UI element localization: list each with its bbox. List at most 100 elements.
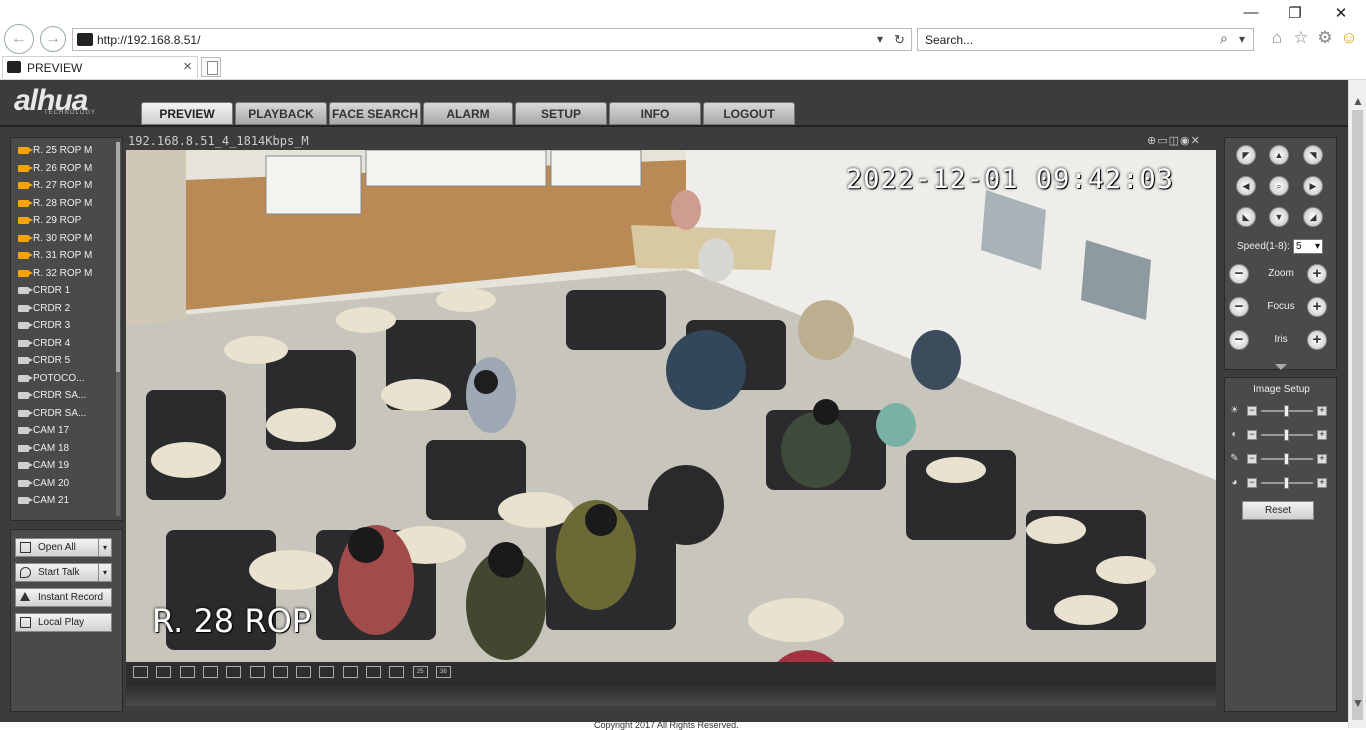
open-all-button[interactable]: Open All	[15, 538, 99, 557]
ptz-up-button[interactable]: ▲	[1269, 145, 1289, 165]
camera-list-item[interactable]: CRDR 3	[11, 317, 115, 335]
layout-option-button[interactable]	[249, 666, 265, 678]
brightness-slider-handle[interactable]	[1284, 405, 1289, 417]
saturation-decrease-button[interactable]: −	[1247, 454, 1257, 464]
camera-list-item[interactable]: CAM 20	[11, 475, 115, 493]
forward-button[interactable]: →	[40, 26, 66, 52]
ptz-down-right-button[interactable]: ◢	[1303, 207, 1323, 227]
layout-option-button[interactable]	[202, 666, 218, 678]
scroll-down-icon[interactable]: ▼	[1352, 696, 1364, 710]
menu-face-search[interactable]: FACE SEARCH	[329, 102, 421, 125]
zoom-out-button[interactable]: −	[1229, 264, 1249, 284]
page-scrollbar[interactable]: ▲ ▼	[1348, 80, 1366, 728]
live-video-feed[interactable]: 2022-12-01 09:42:03 R. 28 ROP	[126, 150, 1216, 662]
ptz-left-button[interactable]: ◀	[1236, 176, 1256, 196]
layout-option-button[interactable]	[296, 666, 312, 678]
search-input[interactable]: Search...	[925, 33, 973, 47]
layout-option-button[interactable]	[272, 666, 288, 678]
start-talk-button[interactable]: Start Talk	[15, 563, 99, 582]
camera-list-item[interactable]: R. 28 ROP M	[11, 195, 115, 213]
camera-list-item[interactable]: CAM 19	[11, 457, 115, 475]
layout-option-button[interactable]	[366, 666, 381, 678]
open-all-dropdown[interactable]: ▾	[98, 538, 112, 557]
menu-alarm[interactable]: ALARM	[423, 102, 513, 125]
layout-option-button[interactable]	[226, 666, 242, 678]
hue-increase-button[interactable]: +	[1317, 478, 1327, 488]
layout-option-button[interactable]	[389, 666, 405, 678]
back-button[interactable]: ←	[4, 24, 34, 54]
camera-list-item[interactable]: R. 29 ROP	[11, 212, 115, 230]
camera-list-item[interactable]: CRDR 1	[11, 282, 115, 300]
feedback-smiley-icon[interactable]: ☺	[1338, 28, 1360, 48]
address-url[interactable]: http://192.168.8.51/	[97, 33, 200, 47]
start-talk-dropdown[interactable]: ▾	[98, 563, 112, 582]
search-box[interactable]: Search... ⌕ ▾	[917, 28, 1254, 51]
search-dropdown-icon[interactable]: ▾	[1239, 32, 1245, 46]
contrast-slider-handle[interactable]	[1284, 429, 1289, 441]
ptz-right-button[interactable]: ▶	[1303, 176, 1323, 196]
contrast-increase-button[interactable]: +	[1317, 430, 1327, 440]
menu-info[interactable]: INFO	[609, 102, 701, 125]
local-play-button[interactable]: Local Play	[15, 613, 112, 632]
contrast-decrease-button[interactable]: −	[1247, 430, 1257, 440]
camera-list-item[interactable]: CRDR 4	[11, 335, 115, 353]
new-tab-button[interactable]	[201, 57, 221, 77]
menu-setup[interactable]: SETUP	[515, 102, 607, 125]
camera-list-item[interactable]: CAM 21	[11, 492, 115, 510]
focus-minus-button[interactable]: −	[1229, 297, 1249, 317]
ptz-down-button[interactable]: ▼	[1269, 207, 1289, 227]
menu-preview[interactable]: PREVIEW	[141, 102, 233, 125]
camera-list-item[interactable]: CRDR SA...	[11, 405, 115, 423]
hue-decrease-button[interactable]: −	[1247, 478, 1257, 488]
ptz-expand-icon[interactable]	[1275, 364, 1287, 370]
ptz-3d-zoom-button[interactable]: ⌕	[1269, 176, 1289, 196]
brightness-decrease-button[interactable]: −	[1247, 406, 1257, 416]
scroll-up-icon[interactable]: ▲	[1352, 94, 1364, 108]
camera-list-item[interactable]: CRDR 5	[11, 352, 115, 370]
menu-playback[interactable]: PLAYBACK	[235, 102, 327, 125]
reset-button[interactable]: Reset	[1242, 501, 1314, 520]
layout-option-button[interactable]	[319, 666, 335, 678]
search-icon[interactable]: ⌕	[1220, 30, 1228, 47]
layout-option-button[interactable]: 36	[435, 666, 451, 678]
ptz-speed-select[interactable]: 5	[1293, 239, 1323, 254]
camera-list-item[interactable]: CRDR SA...	[11, 387, 115, 405]
camera-list-item[interactable]: R. 26 ROP M	[11, 160, 115, 178]
ptz-down-left-button[interactable]: ◣	[1236, 207, 1256, 227]
camera-list-item[interactable]: CAM 17	[11, 422, 115, 440]
camera-list-item[interactable]: CAM 18	[11, 440, 115, 458]
focus-plus-button[interactable]: +	[1307, 297, 1327, 317]
iris-minus-button[interactable]: −	[1229, 330, 1249, 350]
iris-plus-button[interactable]: +	[1307, 330, 1327, 350]
brightness-increase-button[interactable]: +	[1317, 406, 1327, 416]
camera-list-item[interactable]: POTOCO...	[11, 370, 115, 388]
hue-slider-handle[interactable]	[1284, 477, 1289, 489]
camera-list-item[interactable]: R. 27 ROP M	[11, 177, 115, 195]
viewer-window-icons[interactable]: ⊕▭◫◉✕	[1147, 134, 1201, 147]
favorites-star-icon[interactable]: ☆	[1290, 28, 1312, 48]
saturation-increase-button[interactable]: +	[1317, 454, 1327, 464]
layout-option-button[interactable]	[342, 666, 358, 678]
saturation-slider-handle[interactable]	[1284, 453, 1289, 465]
settings-gear-icon[interactable]: ⚙	[1314, 28, 1336, 48]
browser-tab-preview[interactable]: PREVIEW ×	[2, 56, 198, 78]
layout-option-button[interactable]	[133, 666, 148, 678]
camera-list-item[interactable]: R. 25 ROP M	[11, 142, 115, 160]
camera-list-item[interactable]: CRDR 2	[11, 300, 115, 318]
camera-list-scroll-thumb[interactable]	[116, 142, 120, 372]
menu-logout[interactable]: LOGOUT	[703, 102, 795, 125]
layout-option-button[interactable]: 25	[412, 666, 428, 678]
ptz-up-left-button[interactable]: ◤	[1236, 145, 1256, 165]
instant-record-button[interactable]: Instant Record	[15, 588, 112, 607]
camera-list-item[interactable]: R. 31 ROP M	[11, 247, 115, 265]
minimize-button[interactable]: —	[1236, 4, 1266, 21]
home-icon[interactable]: ⌂	[1266, 28, 1288, 48]
scrollbar-thumb[interactable]	[1352, 110, 1363, 720]
camera-list-item[interactable]: R. 32 ROP M	[11, 265, 115, 283]
camera-list-scrollbar[interactable]	[116, 142, 120, 516]
address-dropdown-icon[interactable]: ▾	[877, 32, 883, 46]
ptz-up-right-button[interactable]: ◥	[1303, 145, 1323, 165]
refresh-icon[interactable]: ↻	[894, 32, 905, 48]
close-window-button[interactable]: ✕	[1326, 4, 1356, 22]
zoom-in-button[interactable]: +	[1307, 264, 1327, 284]
